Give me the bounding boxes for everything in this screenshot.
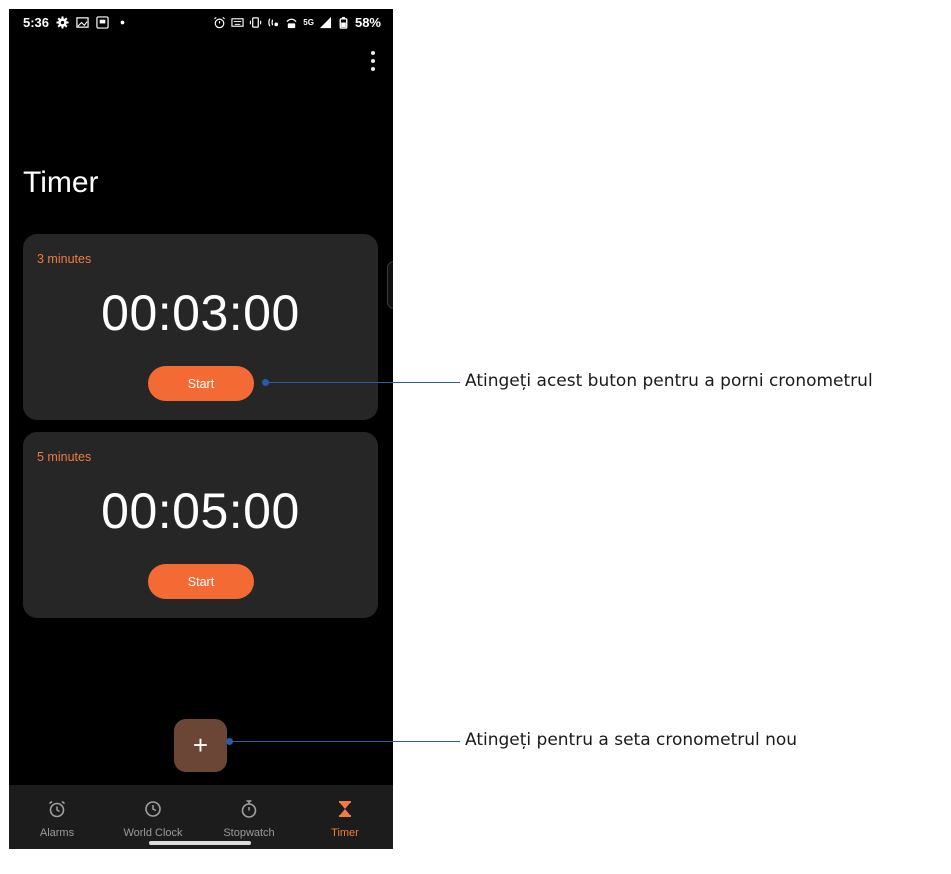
gallery-icon bbox=[76, 17, 89, 28]
callout-line bbox=[230, 741, 460, 742]
hourglass-icon bbox=[339, 801, 351, 817]
nav-label: Timer bbox=[331, 827, 359, 839]
home-indicator[interactable] bbox=[149, 841, 251, 845]
timer-label: 3 minutes bbox=[37, 252, 92, 266]
screenshot-icon bbox=[96, 16, 109, 29]
add-timer-button[interactable]: + bbox=[174, 719, 227, 772]
start-button[interactable]: Start bbox=[148, 366, 254, 401]
settings-icon bbox=[56, 16, 69, 29]
status-bar: 5:36 5G 58% bbox=[9, 9, 393, 37]
callout-line bbox=[266, 382, 460, 383]
keyboard-icon bbox=[231, 18, 244, 27]
vibrate-icon bbox=[250, 17, 262, 28]
page-title: Timer bbox=[23, 166, 99, 199]
plus-icon: + bbox=[192, 730, 209, 760]
bottom-navigation: Alarms World Clock Stopwatch Timer bbox=[9, 785, 393, 849]
network-type: 5G bbox=[303, 18, 314, 27]
notification-dot-icon bbox=[120, 20, 125, 25]
nav-label: Stopwatch bbox=[223, 827, 275, 839]
signal-icon bbox=[319, 16, 332, 29]
timer-label: 5 minutes bbox=[37, 450, 92, 464]
nav-item-alarms[interactable]: Alarms bbox=[9, 785, 105, 849]
battery-icon bbox=[339, 16, 348, 29]
alarm-status-icon bbox=[214, 16, 226, 29]
nav-item-timer[interactable]: Timer bbox=[297, 785, 393, 849]
phone-screen: 5:36 5G 58% Timer 3 minutes 00:03:00 Sta… bbox=[9, 9, 393, 849]
nav-label: World Clock bbox=[123, 827, 183, 839]
timer-time: 00:05:00 bbox=[101, 483, 300, 539]
nav-item-world-clock[interactable]: World Clock bbox=[105, 785, 201, 849]
status-time: 5:36 bbox=[23, 15, 50, 30]
timer-card[interactable]: 3 minutes 00:03:00 Start bbox=[23, 234, 378, 420]
battery-percent: 58% bbox=[354, 15, 381, 30]
wifi-calling-icon bbox=[286, 18, 297, 29]
timer-time: 00:03:00 bbox=[101, 285, 300, 341]
more-options-icon[interactable] bbox=[369, 51, 377, 71]
nav-item-stopwatch[interactable]: Stopwatch bbox=[201, 785, 297, 849]
timer-card[interactable]: 5 minutes 00:05:00 Start bbox=[23, 432, 378, 618]
start-button[interactable]: Start bbox=[148, 564, 254, 599]
nav-label: Alarms bbox=[39, 827, 75, 839]
callout-start-text: Atingeți acest buton pentru a porni cron… bbox=[465, 371, 873, 391]
clock-icon bbox=[145, 801, 161, 817]
side-handle[interactable] bbox=[387, 261, 393, 309]
nfc-icon bbox=[268, 18, 279, 27]
alarm-icon bbox=[49, 800, 65, 818]
stopwatch-icon bbox=[241, 800, 257, 818]
callout-add-text: Atingeți pentru a seta cronometrul nou bbox=[465, 730, 798, 750]
